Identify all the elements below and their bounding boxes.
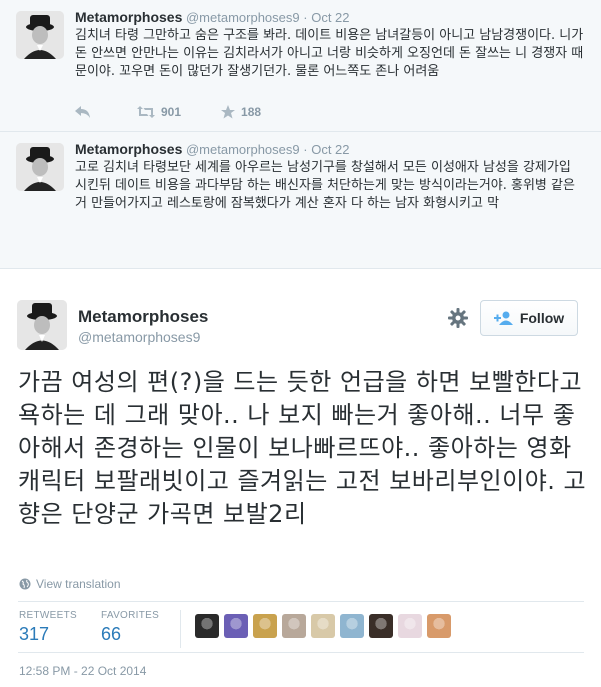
author-name[interactable]: Metamorphoses: [78, 307, 208, 327]
avatar[interactable]: [17, 300, 67, 350]
view-translation-link[interactable]: View translation: [19, 577, 121, 591]
tweet-text: 고로 김치녀 타령보단 세계를 아우르는 남성기구를 창설해서 모든 이성애자 …: [75, 160, 575, 211]
favoriter-avatar[interactable]: [282, 614, 306, 638]
divider: [18, 652, 584, 653]
retweet-button[interactable]: 901: [137, 105, 181, 119]
follow-button[interactable]: Follow: [480, 300, 578, 336]
tweet-item[interactable]: Metamorphoses @metamorphoses9 · Oct 22 김…: [0, 0, 601, 132]
retweets-stat[interactable]: RETWEETS 317: [19, 610, 77, 645]
favoriter-avatar[interactable]: [427, 614, 451, 638]
favorite-button[interactable]: 188: [221, 105, 261, 119]
divider: [180, 610, 181, 648]
avatar[interactable]: [16, 143, 64, 191]
view-translation-label: View translation: [36, 577, 121, 591]
favoriter-avatar[interactable]: [311, 614, 335, 638]
favoriter-avatar[interactable]: [195, 614, 219, 638]
favoriter-avatar[interactable]: [340, 614, 364, 638]
author-handle[interactable]: @metamorphoses9: [78, 329, 200, 345]
favorites-label: FAVORITES: [101, 610, 160, 621]
tweet-actions: 901 188: [75, 102, 301, 122]
favorite-count: 188: [241, 105, 262, 119]
avatar[interactable]: [16, 11, 64, 59]
tweet-item[interactable]: Metamorphoses @metamorphoses9 · Oct 22 고…: [0, 132, 601, 388]
tweet-date[interactable]: Oct 22: [311, 10, 349, 25]
gear-icon[interactable]: [447, 307, 469, 329]
favoriters-avatars: [195, 614, 456, 638]
add-user-icon: [493, 311, 513, 325]
author-handle[interactable]: @metamorphoses9: [186, 10, 300, 25]
tweet-timestamp[interactable]: 12:58 PM - 22 Oct 2014: [19, 664, 146, 678]
tweet-header: Metamorphoses @metamorphoses9 · Oct 22: [75, 9, 350, 25]
tweet-text: 가끔 여성의 편(?)을 드는 듯한 언급을 하면 보빨한다고 욕하는 데 그래…: [18, 368, 587, 528]
retweet-count: 901: [161, 105, 182, 119]
author-name[interactable]: Metamorphoses: [75, 9, 182, 25]
favoriter-avatar[interactable]: [224, 614, 248, 638]
reply-button[interactable]: [75, 106, 97, 118]
separator-dot: ·: [303, 10, 308, 25]
favoriter-avatar[interactable]: [253, 614, 277, 638]
tweet-date[interactable]: Oct 22: [311, 142, 349, 157]
retweets-label: RETWEETS: [19, 610, 77, 621]
retweet-icon: [137, 106, 155, 118]
separator-dot: ·: [303, 142, 308, 157]
divider: [18, 601, 584, 602]
author-handle[interactable]: @metamorphoses9: [186, 142, 300, 157]
retweets-count: 317: [19, 624, 50, 644]
globe-icon: [19, 578, 31, 590]
author-name[interactable]: Metamorphoses: [75, 141, 182, 157]
tweet-text: 김치녀 타령 그만하고 숨은 구조를 봐라. 데이트 비용은 남녀갈등이 아니고…: [75, 28, 584, 79]
tweet-header: Metamorphoses @metamorphoses9 · Oct 22: [75, 141, 350, 157]
reply-icon: [75, 106, 90, 118]
favorites-stat[interactable]: FAVORITES 66: [101, 610, 159, 645]
favorites-count: 66: [101, 624, 122, 644]
favoriter-avatar[interactable]: [398, 614, 422, 638]
main-tweet: Metamorphoses @metamorphoses9 Follow 가끔 …: [0, 270, 601, 687]
favoriter-avatar[interactable]: [369, 614, 393, 638]
star-icon: [221, 105, 236, 119]
follow-label: Follow: [519, 310, 565, 326]
